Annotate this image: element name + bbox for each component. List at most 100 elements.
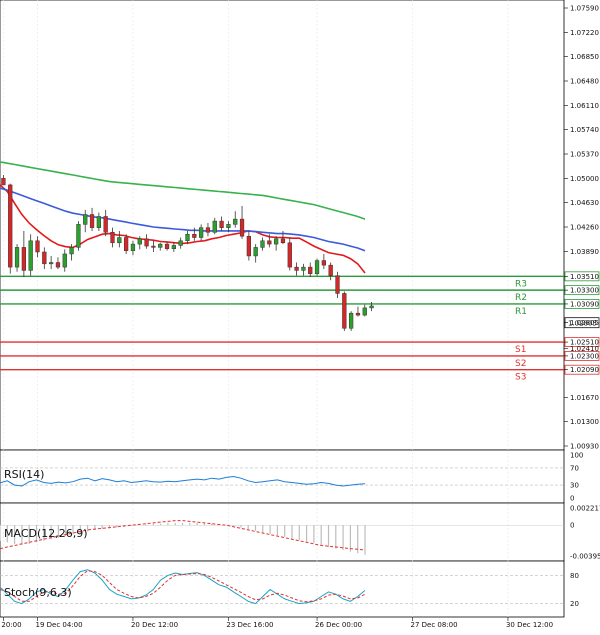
price-tick-label: 1.02300	[570, 352, 599, 360]
macd-tick-label: 0.002217	[570, 505, 600, 513]
trading-chart: R3 R2 R1 S1 S2 S3 1.02805 1.07590 1.07220 1.0685…	[0, 0, 600, 631]
time-tick-label: 20:00	[1, 621, 21, 629]
bull-candle	[62, 253, 67, 268]
bull-candle	[199, 227, 204, 238]
bear-candle	[321, 260, 326, 266]
price-tick-label: 1.06480	[570, 78, 599, 86]
bear-candle	[103, 216, 108, 233]
level-label-s1: S1	[515, 345, 526, 355]
bull-candle	[96, 216, 101, 228]
bull-candle	[69, 247, 74, 255]
bull-candle	[349, 312, 354, 329]
bear-candle	[89, 214, 95, 228]
bear-candle	[335, 275, 340, 294]
price-tick-label: 1.02805	[570, 319, 599, 327]
bull-candle	[253, 247, 258, 257]
bear-candle	[294, 266, 299, 271]
price-axis: 1.07590 1.07220 1.06850 1.06480 1.06110 1.057…	[564, 5, 599, 451]
macd-tick-label: -0.003956	[570, 553, 600, 561]
bull-candle	[14, 247, 20, 268]
rsi-panel	[0, 449, 565, 504]
time-tick-label: 20 Dec 12:00	[131, 621, 178, 629]
price-tick-label: 1.03890	[570, 248, 599, 256]
price-tick-label: 1.05740	[570, 126, 599, 134]
bull-candle	[260, 240, 265, 248]
price-tick-label: 1.00930	[570, 443, 599, 451]
bear-candle	[1, 178, 6, 186]
bear-candle	[308, 266, 313, 274]
price-tick-label: 1.05000	[570, 175, 599, 183]
bear-candle	[21, 247, 26, 271]
price-tick-label: 1.04260	[570, 224, 599, 232]
price-tick-label: 1.02090	[570, 366, 599, 374]
time-tick-label: 19 Dec 04:00	[36, 621, 83, 629]
rsi-tick-label: 0	[570, 495, 574, 503]
bull-candle	[314, 260, 320, 274]
level-label-s3: S3	[515, 373, 526, 383]
level-label-r3: R3	[515, 279, 527, 289]
macd-title: MACD(12,26,9)	[4, 527, 88, 540]
level-label-s2: S2	[515, 359, 526, 369]
price-tick-label: 1.06110	[570, 102, 599, 110]
bull-candle	[226, 224, 231, 228]
bull-candle	[301, 266, 306, 271]
bear-candle	[287, 242, 292, 268]
price-tick-label: 1.03510	[570, 273, 599, 281]
rsi-tick-label: 30	[570, 482, 579, 490]
bear-candle	[328, 264, 333, 276]
bull-candle	[76, 224, 81, 248]
bear-candle	[219, 220, 224, 228]
macd-tick-label: 0	[570, 522, 574, 530]
bear-candle	[342, 293, 347, 329]
bear-candle	[164, 243, 170, 249]
rsi-title: RSI(14)	[4, 468, 44, 481]
price-tick-label: 1.07220	[570, 29, 599, 37]
bull-candle	[49, 262, 54, 265]
bull-candle	[28, 240, 33, 271]
bull-candle	[137, 238, 142, 245]
stoch-title: Stoch(9,6,3)	[4, 586, 72, 599]
level-label-r1: R1	[515, 307, 527, 317]
bear-candle	[267, 240, 272, 245]
bear-candle	[124, 237, 129, 251]
stoch-tick-label: 80	[570, 572, 579, 580]
bull-candle	[158, 243, 163, 248]
bear-candle	[151, 245, 156, 248]
time-tick-label: 27 Dec 08:00	[411, 621, 458, 629]
level-label-r2: R2	[515, 293, 527, 303]
bull-candle	[130, 243, 136, 251]
bull-candle	[117, 237, 122, 244]
price-tick-label: 1.01300	[570, 418, 599, 426]
bear-candle	[55, 262, 61, 268]
price-panel	[0, 0, 565, 451]
price-tick-label: 1.01670	[570, 394, 599, 402]
price-tick-label: 1.04630	[570, 199, 599, 207]
price-tick-label: 1.05370	[570, 151, 599, 159]
price-tick-label: 1.07590	[570, 5, 599, 13]
bull-candle	[233, 218, 238, 225]
time-axis: 20:00 19 Dec 04:00 20 Dec 12:00 23 Dec 16:0…	[1, 617, 553, 629]
rsi-tick-label: 100	[570, 452, 583, 460]
bear-candle	[239, 218, 245, 237]
bear-candle	[42, 251, 47, 265]
time-tick-label: 30 Dec 12:00	[506, 621, 553, 629]
price-tick-label: 1.03300	[570, 287, 599, 295]
bull-candle	[83, 214, 88, 225]
rsi-tick-label: 70	[570, 464, 579, 472]
bear-candle	[35, 240, 40, 253]
bear-candle	[110, 232, 115, 244]
stoch-panel	[0, 560, 565, 618]
bear-candle	[205, 227, 211, 233]
bull-candle	[212, 220, 217, 233]
time-tick-label: 23 Dec 16:00	[226, 621, 273, 629]
bear-candle	[144, 238, 149, 247]
price-tick-label: 1.06850	[570, 53, 599, 61]
bull-candle	[185, 233, 190, 242]
bear-candle	[280, 238, 286, 244]
price-tick-label: 1.03090	[570, 300, 599, 308]
chart-svg: R3 R2 R1 S1 S2 S3 1.02805 1.07590 1.07220 1.0685…	[0, 0, 600, 629]
time-tick-label: 26 Dec 00:00	[315, 621, 362, 629]
bear-candle	[246, 235, 251, 257]
bull-candle	[274, 238, 279, 245]
bull-candle	[171, 245, 176, 249]
